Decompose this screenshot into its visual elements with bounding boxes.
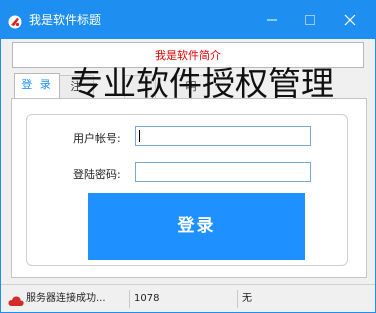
status-count: 1078	[134, 293, 160, 304]
maximize-button[interactable]	[299, 9, 321, 31]
text-caret	[139, 130, 140, 142]
cloud-icon	[8, 292, 24, 306]
maximize-icon	[299, 14, 321, 26]
status-bar: 服务器连接成功... 1078 无	[1, 284, 375, 312]
password-label: 登陆密码:	[73, 168, 121, 181]
login-button[interactable]: 登录	[88, 193, 305, 260]
tab-login[interactable]: 登 录	[14, 73, 60, 98]
minimize-button[interactable]	[261, 9, 283, 31]
status-extra: 无	[242, 293, 252, 304]
minimize-icon	[261, 14, 283, 26]
close-button[interactable]	[339, 9, 361, 31]
window-title: 我是软件标题	[29, 13, 102, 27]
password-input[interactable]	[135, 162, 311, 182]
tab-label: 登 录	[21, 78, 53, 91]
app-logo-icon	[8, 14, 22, 29]
username-label: 用户帐号:	[73, 132, 121, 145]
status-divider	[129, 290, 130, 308]
close-icon	[339, 14, 361, 26]
intro-text: 我是软件简介	[155, 49, 221, 62]
title-bar[interactable]: 我是软件标题	[1, 1, 375, 39]
status-divider	[237, 290, 238, 308]
overlay-headline: 专业软件授权管理	[70, 64, 334, 103]
username-input[interactable]	[135, 126, 311, 146]
app-window: 我是软件标题 我是软件简介 注 明 登 录 用户帐号: 登陆密码: 登录 专业软…	[0, 0, 376, 313]
connection-status: 服务器连接成功...	[26, 293, 106, 304]
